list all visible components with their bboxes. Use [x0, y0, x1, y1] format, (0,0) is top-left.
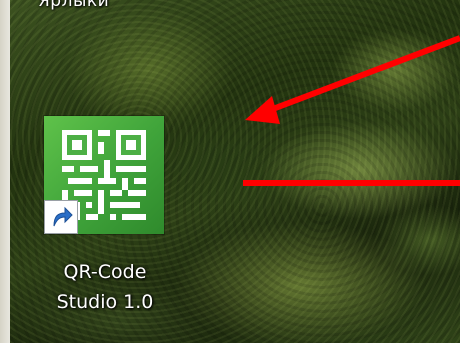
annotation-arrow-line: [263, 35, 460, 115]
annotation-overlay: [243, 35, 460, 186]
annotation-arrowhead: [245, 96, 280, 124]
